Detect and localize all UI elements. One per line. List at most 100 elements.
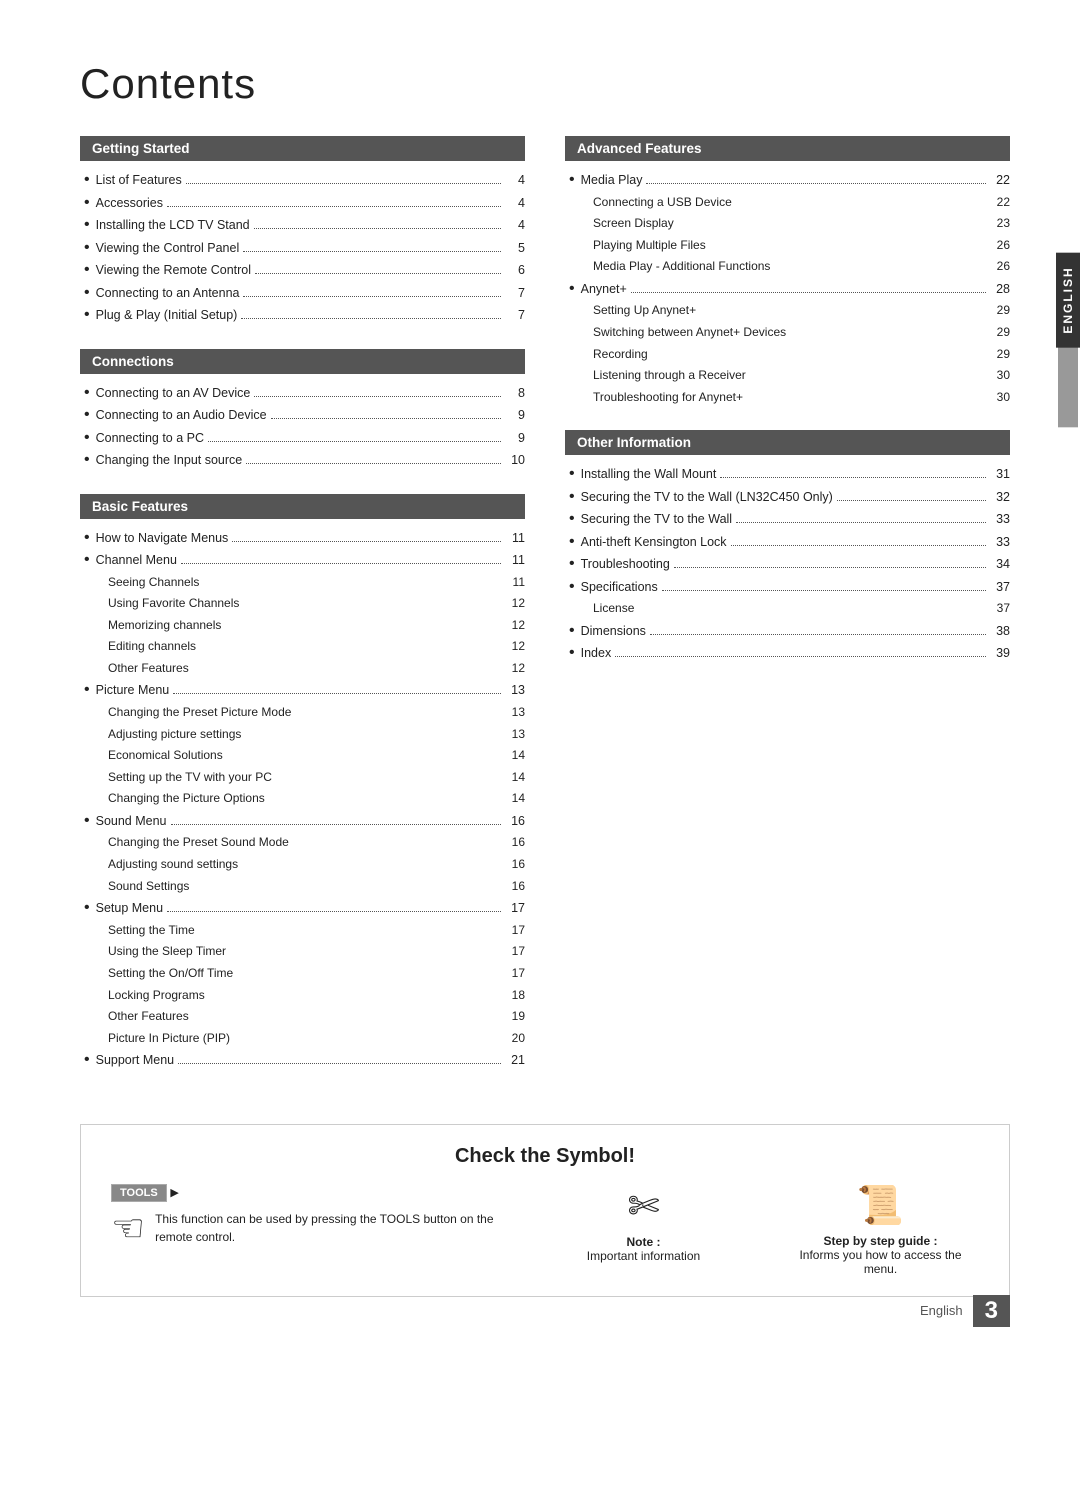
- tools-description: This function can be used by pressing th…: [155, 1210, 505, 1246]
- sub-item-page: 26: [990, 256, 1010, 278]
- sub-item-page: 29: [990, 300, 1010, 322]
- item-label: Index: [581, 642, 612, 665]
- section-header-getting-started: Getting Started: [80, 136, 525, 161]
- sub-item-label: Setting the On/Off Time: [108, 963, 505, 985]
- bullet-icon: •: [84, 407, 90, 423]
- sub-item-page: 12: [505, 658, 525, 680]
- item-page: 33: [990, 508, 1010, 531]
- page: Contents Getting Started • List of Featu…: [0, 0, 1080, 1357]
- list-item: • Viewing the Remote Control 6: [80, 259, 525, 282]
- item-label: Anynet+: [581, 278, 627, 301]
- section-other-information: Other Information • Installing the Wall …: [565, 430, 1010, 665]
- sub-item-label: Picture In Picture (PIP): [108, 1028, 505, 1050]
- specs-sub-list: License 37: [565, 598, 1010, 620]
- tools-symbol: TOOLS ▶ ☜ This function can be used by p…: [111, 1184, 505, 1251]
- item-page: 8: [505, 382, 525, 405]
- item-label: List of Features: [96, 169, 182, 192]
- section-advanced-features: Advanced Features • Media Play 22 Conne: [565, 136, 1010, 408]
- bullet-icon: •: [84, 172, 90, 188]
- sub-item-label: Media Play - Additional Functions: [593, 256, 990, 278]
- sub-item-label: Setting Up Anynet+: [593, 300, 990, 322]
- list-item: • Anynet+ 28: [565, 278, 1010, 301]
- list-item: • Media Play 22: [565, 169, 1010, 192]
- list-item: Memorizing channels 12: [104, 615, 525, 637]
- language-tab: ENGLISH: [1056, 252, 1080, 427]
- list-item: Sound Settings 16: [104, 876, 525, 898]
- list-item: Playing Multiple Files 26: [589, 235, 1010, 257]
- sub-item-page: 30: [990, 387, 1010, 409]
- list-item: • Troubleshooting 34: [565, 553, 1010, 576]
- item-label: How to Navigate Menus: [96, 527, 229, 550]
- bullet-icon: •: [569, 172, 575, 188]
- list-item: • Picture Menu 13: [80, 679, 525, 702]
- right-column: Advanced Features • Media Play 22 Conne: [565, 136, 1010, 1094]
- sub-item-label: Other Features: [108, 658, 505, 680]
- content-columns: Getting Started • List of Features 4 •: [80, 136, 1010, 1094]
- section-getting-started: Getting Started • List of Features 4 •: [80, 136, 525, 327]
- item-label: Viewing the Control Panel: [96, 237, 240, 260]
- sub-item-page: 12: [505, 636, 525, 658]
- item-page: 39: [990, 642, 1010, 665]
- sub-item-page: 20: [505, 1028, 525, 1050]
- item-label: Installing the Wall Mount: [581, 463, 717, 486]
- sub-item-page: 16: [505, 832, 525, 854]
- list-item: Changing the Preset Picture Mode 13: [104, 702, 525, 724]
- item-label: Connecting to an Audio Device: [96, 404, 267, 427]
- sub-item-label: Locking Programs: [108, 985, 505, 1007]
- list-item: Screen Display 23: [589, 213, 1010, 235]
- sub-item-page: 16: [505, 854, 525, 876]
- bullet-icon: •: [569, 645, 575, 661]
- sub-item-label: Editing channels: [108, 636, 505, 658]
- tools-hand-icon: ☜: [111, 1206, 145, 1251]
- list-item: Other Features 12: [104, 658, 525, 680]
- left-column: Getting Started • List of Features 4 •: [80, 136, 525, 1094]
- sub-item-label: Economical Solutions: [108, 745, 505, 767]
- bullet-icon: •: [569, 579, 575, 595]
- list-item: Listening through a Receiver 30: [589, 365, 1010, 387]
- item-page: 9: [505, 404, 525, 427]
- list-item: Using Favorite Channels 12: [104, 593, 525, 615]
- footer-language: English: [920, 1303, 963, 1318]
- item-page: 6: [505, 259, 525, 282]
- sub-item-label: Troubleshooting for Anynet+: [593, 387, 990, 409]
- item-label: Plug & Play (Initial Setup): [96, 304, 238, 327]
- item-page: 28: [990, 278, 1010, 301]
- sub-item-label: Setting up the TV with your PC: [108, 767, 505, 789]
- sub-item-label: Setting the Time: [108, 920, 505, 942]
- list-item: • Plug & Play (Initial Setup) 7: [80, 304, 525, 327]
- list-item: Recording 29: [589, 344, 1010, 366]
- other-information-list: • Installing the Wall Mount 31 • Securin…: [565, 463, 1010, 665]
- list-item: • Specifications 37: [565, 576, 1010, 599]
- item-label: Support Menu: [96, 1049, 175, 1072]
- bullet-icon: •: [569, 623, 575, 639]
- list-item: Troubleshooting for Anynet+ 30: [589, 387, 1010, 409]
- sub-item-label: Connecting a USB Device: [593, 192, 990, 214]
- list-item: • Securing the TV to the Wall 33: [565, 508, 1010, 531]
- bullet-icon: •: [84, 552, 90, 568]
- sub-item-page: 13: [505, 724, 525, 746]
- sub-item-label: Adjusting sound settings: [108, 854, 505, 876]
- connections-list: • Connecting to an AV Device 8 • Connect…: [80, 382, 525, 472]
- sub-item-label: Changing the Picture Options: [108, 788, 505, 810]
- sub-item-page: 12: [505, 593, 525, 615]
- channel-sub-list: Seeing Channels 11 Using Favorite Channe…: [80, 572, 525, 680]
- list-item: Editing channels 12: [104, 636, 525, 658]
- sub-item-page: 17: [505, 941, 525, 963]
- note-label: Note : Important information: [587, 1235, 700, 1263]
- sub-item-page: 17: [505, 963, 525, 985]
- sub-item-label: Adjusting picture settings: [108, 724, 505, 746]
- item-page: 17: [505, 897, 525, 920]
- sub-item-label: Switching between Anynet+ Devices: [593, 322, 990, 344]
- bullet-icon: •: [84, 307, 90, 323]
- item-label: Channel Menu: [96, 549, 177, 572]
- list-item: • Connecting to an AV Device 8: [80, 382, 525, 405]
- list-item: • Anti-theft Kensington Lock 33: [565, 531, 1010, 554]
- item-label: Connecting to an Antenna: [96, 282, 240, 305]
- item-page: 11: [505, 527, 525, 550]
- list-item: • Index 39: [565, 642, 1010, 665]
- section-header-other-information: Other Information: [565, 430, 1010, 455]
- bullet-icon: •: [84, 285, 90, 301]
- bullet-icon: •: [84, 195, 90, 211]
- list-item: Picture In Picture (PIP) 20: [104, 1028, 525, 1050]
- bullet-icon: •: [84, 530, 90, 546]
